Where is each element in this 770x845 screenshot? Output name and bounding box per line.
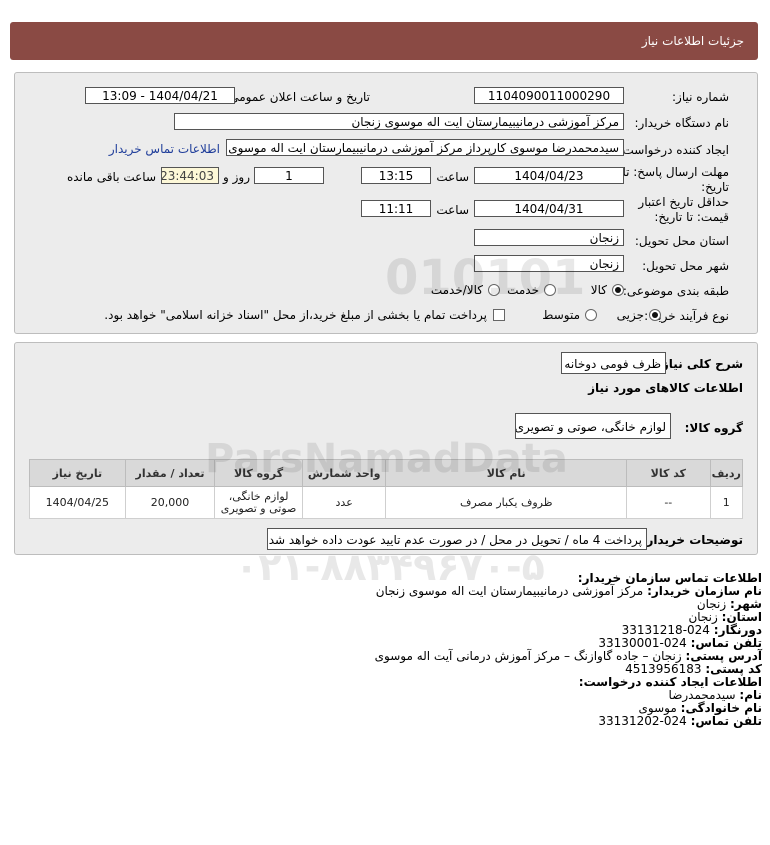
creator-field: سیدمحمدرضا موسوی کارپرداز مرکز آموزشی در…	[226, 139, 624, 156]
treasury-payment-checkbox[interactable]	[493, 309, 505, 321]
contact-postal-value: 4513956183	[625, 662, 702, 676]
cell-item-name: ظروف یکبار مصرف	[385, 486, 628, 519]
remaining-label: ساعت باقی مانده	[66, 170, 156, 184]
creator-phone-label: تلفن تماس:	[690, 714, 762, 728]
col-quantity: تعداد / مقدار	[124, 459, 216, 487]
contact-province-value: زنجان	[688, 610, 718, 624]
deadline-date-field: 1404/04/23	[474, 167, 624, 184]
deadline-time-field: 13:15	[361, 167, 431, 184]
col-item-group: گروه کالا	[214, 459, 303, 487]
contact-fax-value: 024-33131218	[621, 623, 710, 637]
col-row-number: ردیف	[709, 459, 744, 487]
contact-address-value: زنجان – جاده گاوازنگ – مرکز آموزش درمانی…	[374, 649, 682, 663]
buyer-notes-field: پرداخت 4 ماه / تحویل در محل / در صورت عد…	[267, 528, 647, 550]
creator-name-label: نام:	[739, 688, 762, 702]
remaining-time-field: 23:44:03	[161, 167, 219, 184]
contact-city-label: شهر:	[730, 597, 762, 611]
category-radio-service[interactable]	[544, 284, 556, 296]
summary-field: ظرف فومی دوخانه	[561, 352, 666, 374]
col-item-name: نام کالا	[385, 459, 628, 487]
deadline-label-2: تاریخ:	[701, 180, 729, 194]
contact-address-label: آدرس پستی:	[685, 649, 762, 663]
process-radio-medium[interactable]	[585, 309, 597, 321]
category-option-goods-service: کالا/خدمت	[430, 283, 483, 297]
creator-phone-value: 024-33131202	[598, 714, 687, 728]
cell-unit: عدد	[301, 486, 387, 519]
goods-group-label: گروه کالا:	[684, 421, 743, 435]
cell-row-number: 1	[709, 486, 744, 519]
contact-org-value: مرکز آموزشی درمانیبیمارستان ایت اله موسو…	[375, 584, 644, 598]
goods-table-header: ردیف کد کالا نام کالا واحد شمارش گروه کا…	[29, 459, 744, 487]
announce-field: 1404/04/21 - 13:09	[85, 87, 235, 104]
creator-label: ایجاد کننده درخواست:	[618, 143, 729, 157]
deadline-label-1: مهلت ارسال پاسخ: تا	[622, 165, 729, 179]
contact-fax-label: دورنگار:	[713, 623, 762, 637]
creator-family-label: نام خانوادگی:	[680, 701, 762, 715]
buyer-contact-info: اطلاعات تماس سازمان خریدار: نام سازمان خ…	[375, 572, 762, 728]
page-title: جزئیات اطلاعات نیاز	[641, 34, 744, 48]
contact-province-label: استان:	[721, 610, 762, 624]
province-label: استان محل تحویل:	[634, 234, 729, 248]
buyer-label: نام دستگاه خریدار:	[634, 116, 730, 130]
need-details-panel: شرح کلی نیاز: ظرف فومی دوخانه اطلاعات کا…	[14, 342, 758, 555]
city-field: زنجان	[474, 255, 624, 272]
category-radio-goods-service[interactable]	[488, 284, 500, 296]
contact-city-value: زنجان	[696, 597, 727, 611]
validity-time-field: 11:11	[361, 200, 431, 217]
validity-label-1: حداقل تاریخ اعتبار	[638, 195, 729, 209]
contact-org-label: نام سازمان خریدار:	[647, 584, 762, 598]
contact-phone-value: 024-33130001	[598, 636, 687, 650]
table-row: 1 -- ظروف یکبار مصرف عدد لوازم خانگی، صو…	[29, 486, 744, 519]
cell-item-group: لوازم خانگی، صوتی و تصویری	[214, 486, 303, 519]
goods-info-title: اطلاعات کالاهای مورد نیاز	[588, 381, 743, 395]
creator-phone-row: تلفن تماس: 024-33131202	[375, 715, 762, 728]
cell-quantity: 20,000	[124, 486, 216, 519]
validity-time-label: ساعت	[436, 203, 469, 217]
col-unit: واحد شمارش	[301, 459, 387, 487]
cell-need-date: 1404/04/25	[29, 486, 126, 519]
goods-group-field: لوازم خانگی، صوتی و تصویری	[515, 413, 671, 439]
announce-label: تاریخ و ساعت اعلان عمومی:	[225, 90, 370, 104]
contact-postal-label: کد پستی:	[705, 662, 762, 676]
process-option-minor: جزیی	[616, 308, 644, 322]
buyer-field: مرکز آموزشی درمانیبیمارستان ایت اله موسو…	[174, 113, 624, 130]
need-number-label: شماره نیاز:	[672, 90, 729, 104]
creator-family-value: موسوی	[638, 701, 677, 715]
category-label: طبقه بندی موضوعی:	[622, 284, 729, 298]
validity-label-2: قیمت: تا تاریخ:	[654, 210, 729, 224]
treasury-payment-text: پرداخت تمام یا بخشی از مبلغ خرید،از محل …	[104, 308, 487, 322]
province-field: زنجان	[474, 229, 624, 246]
creator-name-value: سیدمحمدرضا	[668, 688, 736, 702]
days-label: روز و	[223, 170, 250, 184]
deadline-time-label: ساعت	[436, 170, 469, 184]
col-item-code: کد کالا	[626, 459, 711, 487]
city-label: شهر محل تحویل:	[642, 259, 729, 273]
process-option-medium: متوسط	[542, 308, 580, 322]
page-header: جزئیات اطلاعات نیاز	[10, 22, 758, 60]
contact-phone-label: تلفن تماس:	[690, 636, 762, 650]
buyer-notes-label: توضیحات خریدار:	[641, 533, 743, 547]
need-info-panel: شماره نیاز: 1104090011000290 تاریخ و ساع…	[14, 72, 758, 334]
days-field: 1	[254, 167, 324, 184]
category-option-goods: کالا	[590, 283, 607, 297]
summary-label: شرح کلی نیاز:	[657, 357, 743, 371]
goods-table: ردیف کد کالا نام کالا واحد شمارش گروه کا…	[29, 459, 744, 519]
cell-item-code: --	[626, 486, 711, 519]
need-number-field: 1104090011000290	[474, 87, 624, 104]
category-radio-goods[interactable]	[612, 284, 624, 296]
col-need-date: تاریخ نیاز	[29, 459, 126, 487]
validity-date-field: 1404/04/31	[474, 200, 624, 217]
category-option-service: خدمت	[507, 283, 539, 297]
buyer-contact-link[interactable]: اطلاعات تماس خریدار	[109, 142, 220, 156]
process-radio-minor[interactable]	[649, 309, 661, 321]
